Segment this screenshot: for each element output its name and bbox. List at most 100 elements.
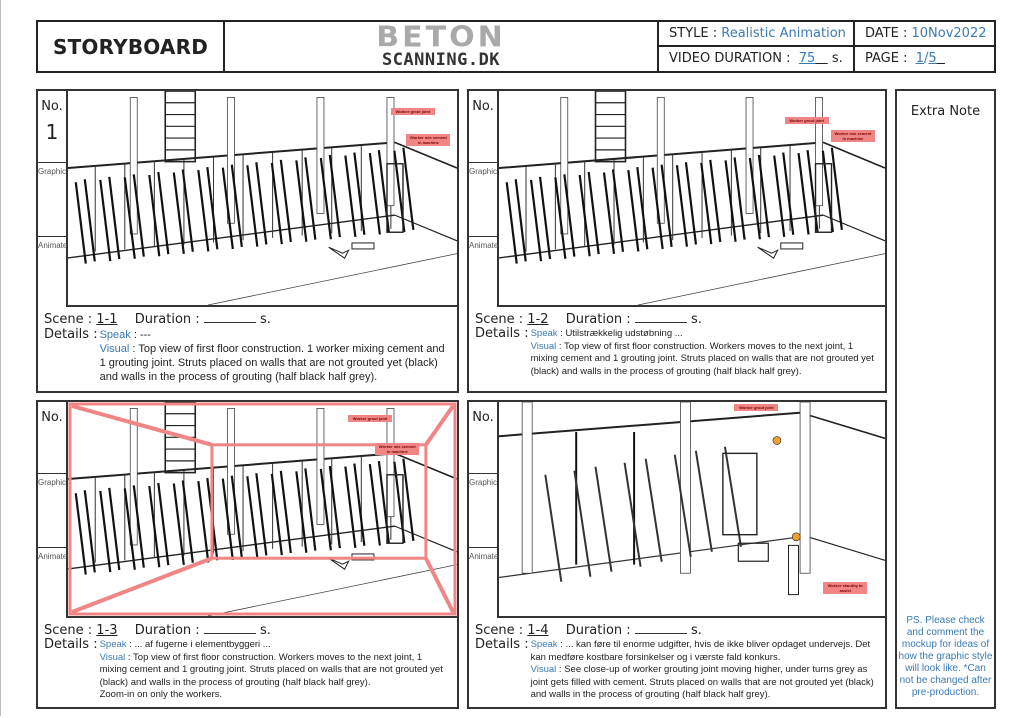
concrete-column — [815, 97, 823, 207]
company-logo: BETON SCANNING.DK — [225, 22, 659, 71]
strut — [505, 182, 518, 264]
strut — [544, 474, 563, 582]
style-value: Realistic Animation — [721, 25, 846, 41]
strut — [83, 490, 96, 573]
visual-text: : Top view of first floor construction. … — [99, 343, 445, 383]
video-duration-field: VIDEO DURATION : 75 s. — [659, 46, 855, 71]
annotation-tag: Worker mix cement in machine — [830, 129, 875, 142]
strut — [694, 450, 713, 552]
annotation-tag: Worker grout joint — [734, 404, 779, 412]
scene-number: 1-2 — [527, 312, 549, 327]
details-block: Details : Speak : --- Visual : Top view of… — [44, 328, 451, 384]
panel-sidebar: No. 1 Graphic Animate — [38, 91, 68, 307]
visual-label: Visual — [99, 343, 130, 355]
page-field: PAGE : 1/5 — [855, 47, 994, 72]
date-label: DATE : — [865, 25, 908, 41]
worker-helmet — [772, 436, 782, 445]
strut — [368, 152, 381, 235]
scene-number: 1-4 — [527, 623, 549, 638]
animate-label: Animate — [38, 241, 68, 250]
scene-line: Scene : 1-1 Duration : s. — [44, 311, 451, 327]
strut — [99, 490, 112, 573]
scene-info: Scene : 1-3 Duration : s. Details : Speak … — [38, 618, 457, 707]
visual-text: : Top view of first floor construction. … — [99, 651, 443, 688]
scene-info: Scene : 1-1 Duration : s. Details : Speak … — [38, 307, 457, 391]
scene-label: Scene : — [44, 623, 93, 638]
wheelbarrow — [328, 246, 350, 259]
details-text: Speak : --- Visual : Top view of first fl… — [98, 328, 451, 384]
storyboard-header: STORYBOARD BETON SCANNING.DK STYLE : Rea… — [36, 20, 996, 73]
concrete-column — [316, 97, 325, 214]
annotation-tag: Worker grout joint — [390, 108, 435, 116]
strut — [623, 462, 642, 567]
strut — [594, 466, 613, 572]
panel-number-label: No. — [472, 410, 494, 425]
panel-number-cell: No. — [469, 402, 497, 474]
video-duration-unit: s. — [831, 51, 843, 67]
animate-label: Animate — [38, 552, 68, 561]
strut — [723, 446, 742, 547]
extra-note-text: PS. Please check and comment the mockup … — [898, 615, 993, 698]
scene-label: Scene : — [475, 623, 524, 638]
strut — [172, 483, 185, 565]
header-meta: STYLE : Realistic Animation DATE : 10Nov… — [659, 22, 994, 71]
details-block: Details : Speak : ... kan føre til enorme… — [475, 637, 879, 702]
scene-illustration: Worker grout joint Worker mix cement in m… — [499, 91, 885, 307]
strut — [157, 171, 170, 255]
speak-label: Speak — [99, 639, 127, 650]
speak-text: : Utilstrækkelig udstøbning ... — [557, 328, 683, 339]
scene-info: Scene : 1-4 Duration : s. Details : Speak … — [469, 618, 885, 707]
video-duration-value: 75 — [798, 51, 816, 67]
page-label: PAGE : — [865, 51, 908, 67]
duration-blank — [203, 622, 256, 634]
concrete-column — [227, 97, 235, 224]
storyboard-panel-2: No. Graphic Animate Worker grout joint Worke… — [467, 89, 887, 393]
strut — [782, 152, 795, 235]
concrete-column — [386, 408, 395, 518]
annotation-tag: Worker mix cement in machine — [406, 133, 451, 146]
duration-blank — [634, 311, 687, 323]
duration-blank — [634, 622, 687, 634]
strut — [797, 152, 810, 235]
concrete-column — [799, 402, 811, 574]
visual-label: Visual — [530, 340, 557, 352]
visual-line: Visual : Top view of first floor constru… — [531, 341, 879, 379]
grout-mixer — [737, 542, 769, 562]
details-block: Details : Speak : Utilstrækkelig udstøbni… — [475, 327, 879, 379]
strut — [157, 482, 170, 566]
strut — [172, 172, 185, 254]
strut — [74, 182, 87, 264]
strut — [108, 487, 121, 571]
speak-line: Speak : --- — [100, 328, 451, 342]
concrete-column — [227, 408, 235, 535]
scene-illustration: Worker grout joint Worker mix cement in m… — [68, 91, 457, 307]
strut — [644, 458, 663, 562]
duration-unit: s. — [690, 312, 702, 327]
visual-extra: Zoom-in on only the workers. — [99, 689, 223, 700]
details-label: Details : — [475, 637, 529, 652]
strut — [529, 179, 543, 262]
concrete-column — [656, 97, 665, 224]
panel-sidebar: No. Graphic Animate — [38, 402, 68, 618]
scene-illustration: Worker grout joint Worker standby to assi… — [499, 402, 885, 618]
wall-top-edge — [499, 411, 801, 438]
floor-edge — [207, 253, 457, 305]
strut — [353, 463, 366, 546]
annotation-tag: Worker standby to assist — [823, 581, 868, 594]
graphic-label: Graphic — [38, 474, 66, 548]
scene-number: 1-1 — [96, 312, 118, 327]
visual-line: Visual : Top view of first floor constru… — [100, 342, 451, 384]
visual-text: : See close-up of worker grouting joint … — [530, 664, 874, 700]
strut — [402, 458, 415, 542]
scene-line: Scene : 1-2 Duration : s. — [475, 311, 879, 327]
graphic-label: Graphic — [469, 474, 497, 548]
speak-label: Speak — [530, 639, 558, 650]
concrete-column — [521, 402, 533, 574]
strut — [99, 179, 112, 262]
duration-label: Duration : — [134, 623, 200, 638]
strut — [270, 162, 283, 245]
cement-bags — [780, 242, 804, 250]
strut — [353, 152, 366, 235]
details-block: Details : Speak : ... af fugerne i elemen… — [44, 638, 451, 702]
duration-unit: s. — [259, 312, 271, 327]
